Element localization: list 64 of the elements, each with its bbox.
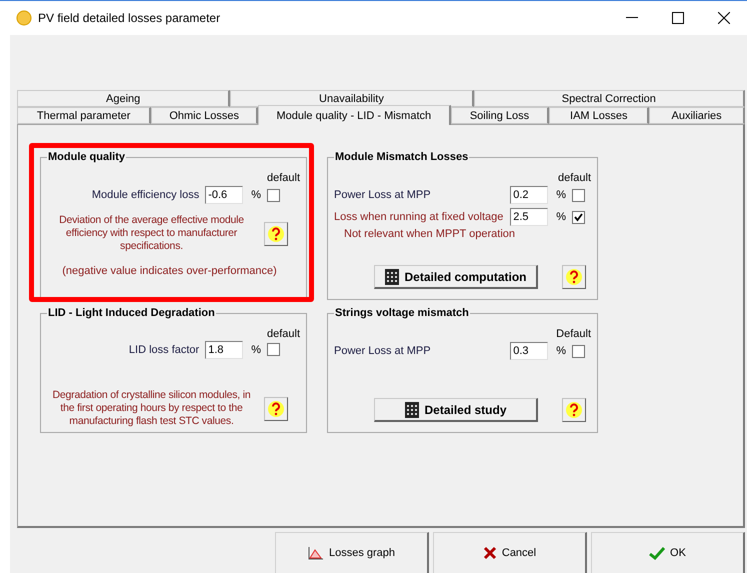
group-title: Module Mismatch Losses [334,151,470,163]
default-checkbox[interactable] [267,343,280,356]
minimize-icon [626,17,638,19]
field-label: Loss when running at fixed voltage [334,211,504,223]
help-button[interactable] [562,265,586,289]
default-label: default [266,172,300,184]
unit-label: % [555,211,567,223]
default-checkbox[interactable] [572,210,585,224]
calculator-icon [384,268,400,286]
dialog-button[interactable]: Losses graph [275,532,429,573]
help-icon [267,224,285,242]
detail-button[interactable]: Detailed computation [374,265,538,289]
group-title: LID - Light Induced Degradation [47,307,216,319]
detail-button[interactable]: Detailed study [374,398,538,422]
help-icon [267,400,285,418]
tab[interactable]: Auxiliaries [649,107,745,124]
field-label: Power Loss at MPP [334,345,432,357]
unit-label: % [250,344,262,356]
note-text: Not relevant when MPPT operation [344,228,516,240]
tab[interactable]: Module quality - LID - Mismatch [258,105,451,125]
unit-label: % [555,189,567,201]
tab[interactable]: Spectral Correction [474,90,745,107]
description-text: Deviation of the average effective module efficiency with respect to manufacturer specifications. [58,214,245,253]
tab[interactable]: Thermal parameter [17,107,152,124]
help-button[interactable] [264,396,288,420]
value-field[interactable]: 0.3 [510,342,548,360]
tab[interactable]: Soiling Loss [450,107,550,124]
close-icon [718,12,730,24]
unit-label: % [555,345,567,357]
default-label: default [558,172,591,184]
tab[interactable]: Ageing [17,90,230,107]
group-title: Module quality [47,151,126,163]
app-icon [16,10,32,26]
default-checkbox[interactable] [267,188,280,202]
help-button[interactable] [264,222,288,246]
description-text: Degradation of crystalline silicon modules, in the first operating hours by respect to the manufacturing flash test STC values. [52,389,252,428]
field-label: Power Loss at MPP [334,189,432,201]
tab[interactable]: Ohmic Losses [151,107,258,124]
note-text: (negative value indicates over-performance) [61,265,278,277]
tab[interactable]: IAM Losses [549,107,650,124]
default-label: default [266,328,300,340]
calculator-icon [404,400,420,418]
help-button[interactable] [562,398,586,422]
field-label: LID loss factor [128,344,200,356]
tab[interactable]: Unavailability [230,90,474,107]
dialog-button[interactable]: OK [591,532,745,573]
field-label: Module efficiency loss [92,189,200,201]
help-icon [565,401,583,419]
unit-label: % [250,189,262,201]
help-icon [565,268,583,286]
dialog-button[interactable]: Cancel [433,532,587,573]
graph-icon [308,546,324,560]
maximize-icon [672,12,684,24]
default-checkbox[interactable] [572,344,585,358]
value-field[interactable]: 0.2 [510,186,548,204]
value-field[interactable]: -0.6 [205,186,244,204]
group-title: Strings voltage mismatch [334,307,470,319]
check-icon [649,546,666,560]
default-checkbox[interactable] [572,188,585,202]
value-field[interactable]: 1.8 [205,340,244,358]
window-title: PV field detailed losses parameter [38,11,222,25]
value-field[interactable]: 2.5 [510,208,548,226]
cross-icon [482,546,497,560]
default-label: Default [556,328,591,340]
